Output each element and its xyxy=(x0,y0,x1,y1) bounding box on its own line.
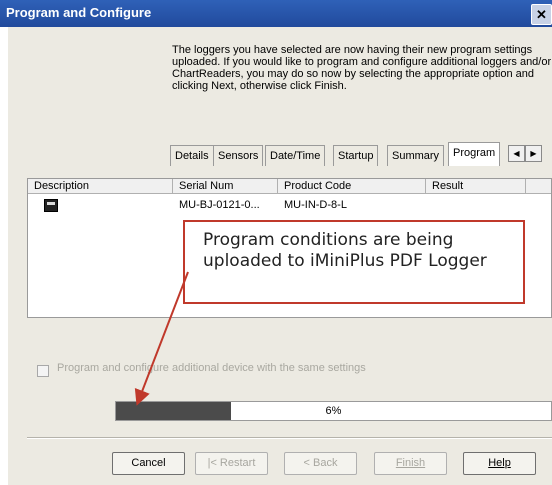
column-header-product-code[interactable]: Product Code xyxy=(278,179,426,194)
help-label: Help xyxy=(488,457,511,469)
column-header-result[interactable]: Result xyxy=(426,179,526,194)
close-icon: ✕ xyxy=(536,7,547,22)
tab-summary[interactable]: Summary xyxy=(387,145,445,166)
tab-details[interactable]: Details xyxy=(170,145,214,166)
logger-device-icon xyxy=(44,199,58,212)
callout-annotation: Program conditions are being uploaded to… xyxy=(183,220,525,304)
tab-program[interactable]: Program xyxy=(448,142,501,166)
title-bar: Program and Configure ✕ xyxy=(0,0,552,27)
tab-sensors[interactable]: Sensors xyxy=(213,145,264,166)
back-button[interactable]: < Back xyxy=(284,452,357,475)
row-serial: MU-BJ-0121-0... xyxy=(179,199,260,211)
finish-label: Finish xyxy=(395,457,426,469)
tab-scroll-left-icon[interactable]: ◀ xyxy=(508,145,525,162)
cancel-button[interactable]: Cancel xyxy=(112,452,185,475)
column-header-serial[interactable]: Serial Num xyxy=(173,179,278,194)
finish-button[interactable]: Finish xyxy=(374,452,447,475)
intro-text: The loggers you have selected are now ha… xyxy=(172,44,552,92)
close-button[interactable]: ✕ xyxy=(531,4,552,25)
restart-button[interactable]: |< Restart xyxy=(195,452,268,475)
column-header-description[interactable]: Description xyxy=(28,179,173,194)
left-panel xyxy=(0,27,8,485)
tab-startup[interactable]: Startup xyxy=(333,145,379,166)
row-product-code: MU-IN-D-8-L xyxy=(284,199,347,211)
tab-date-time[interactable]: Date/Time xyxy=(265,145,326,166)
tab-scroll-right-icon[interactable]: ▶ xyxy=(525,145,542,162)
additional-device-option: Program and configure additional device … xyxy=(27,354,552,384)
additional-device-checkbox[interactable] xyxy=(37,365,49,377)
progress-label: 6% xyxy=(325,405,342,417)
window-title: Program and Configure xyxy=(6,5,152,20)
additional-device-label: Program and configure additional device … xyxy=(57,362,366,374)
help-button[interactable]: Help xyxy=(463,452,536,475)
divider xyxy=(27,437,552,439)
column-header-filler xyxy=(526,179,551,194)
program-configure-dialog: Program and Configure ✕ The loggers you … xyxy=(0,0,552,485)
progress-bar: 6% xyxy=(115,401,552,421)
